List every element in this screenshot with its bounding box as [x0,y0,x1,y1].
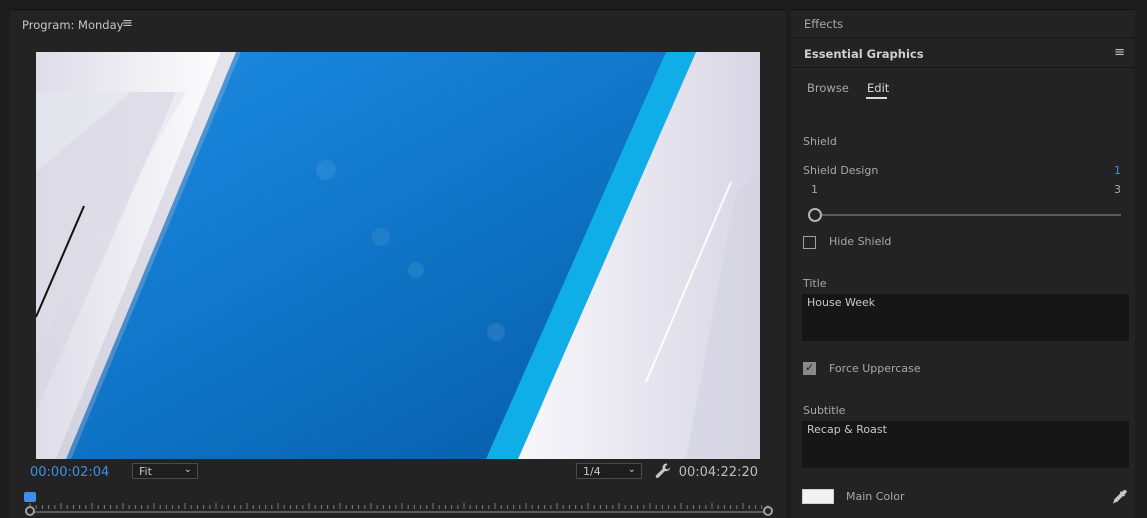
panel-scrollbar[interactable] [1138,9,1147,518]
eyedropper-icon[interactable] [1111,489,1127,505]
program-video-preview[interactable] [36,52,760,459]
shield-design-slider-track[interactable] [815,214,1121,216]
shield-design-value[interactable]: 1 [1114,164,1121,177]
hide-shield-label: Hide Shield [829,235,892,248]
wrench-icon[interactable] [654,462,672,480]
time-ruler[interactable] [24,491,772,511]
subtitle-text-field[interactable]: Recap & Roast [802,421,1129,468]
slider-max-label: 3 [1114,183,1121,196]
main-color-swatch[interactable] [802,489,834,504]
force-uppercase-label: Force Uppercase [829,362,921,375]
chevron-down-icon: ⌄ [183,464,192,475]
timeline-zoom-scrollbar[interactable] [30,511,768,513]
program-panel-title[interactable]: Program: Monday [22,18,123,32]
tab-edit[interactable]: Edit [867,81,889,95]
essential-graphics-title[interactable]: Essential Graphics [804,47,924,61]
slider-min-label: 1 [811,183,818,196]
zoom-level-value: Fit [139,465,152,478]
panel-divider [791,67,1135,68]
effects-tab-label: Effects [804,17,844,31]
video-frame-graphic [36,52,760,459]
playhead[interactable] [24,492,36,502]
hamburger-menu-icon[interactable]: ≡ [1114,45,1125,60]
hamburger-menu-icon[interactable]: ≡ [122,16,133,31]
hide-shield-checkbox[interactable] [803,236,816,249]
duration-timecode: 00:04:22:20 [678,465,758,480]
main-color-label: Main Color [846,490,905,503]
zoom-level-select[interactable]: Fit ⌄ [132,463,198,479]
force-uppercase-checkbox[interactable] [803,361,816,375]
shield-design-label: Shield Design [803,164,879,177]
chevron-down-icon: ⌄ [627,464,636,475]
shield-design-slider-thumb[interactable] [808,208,822,222]
playback-resolution-select[interactable]: 1/4 ⌄ [576,463,642,479]
program-monitor-panel: Program: Monday ≡ 00:00:02:04 Fit ⌄ 1/4 … [10,9,786,518]
tab-browse[interactable]: Browse [807,81,849,95]
active-tab-indicator [866,97,887,99]
scrollbar-left-handle[interactable] [25,506,35,516]
effects-panel-tab[interactable]: Effects [791,9,1135,37]
subtitle-field-label: Subtitle [803,404,846,417]
essential-graphics-panel: Essential Graphics ≡ Browse Edit Shield … [791,39,1135,518]
title-field-label: Title [803,277,827,290]
program-panel-header: Program: Monday ≡ [10,10,786,40]
section-label-shield: Shield [803,135,837,148]
current-timecode[interactable]: 00:00:02:04 [30,465,109,480]
title-text-field[interactable]: House Week [802,294,1129,341]
playback-resolution-value: 1/4 [583,465,601,478]
scrollbar-right-handle[interactable] [763,506,773,516]
